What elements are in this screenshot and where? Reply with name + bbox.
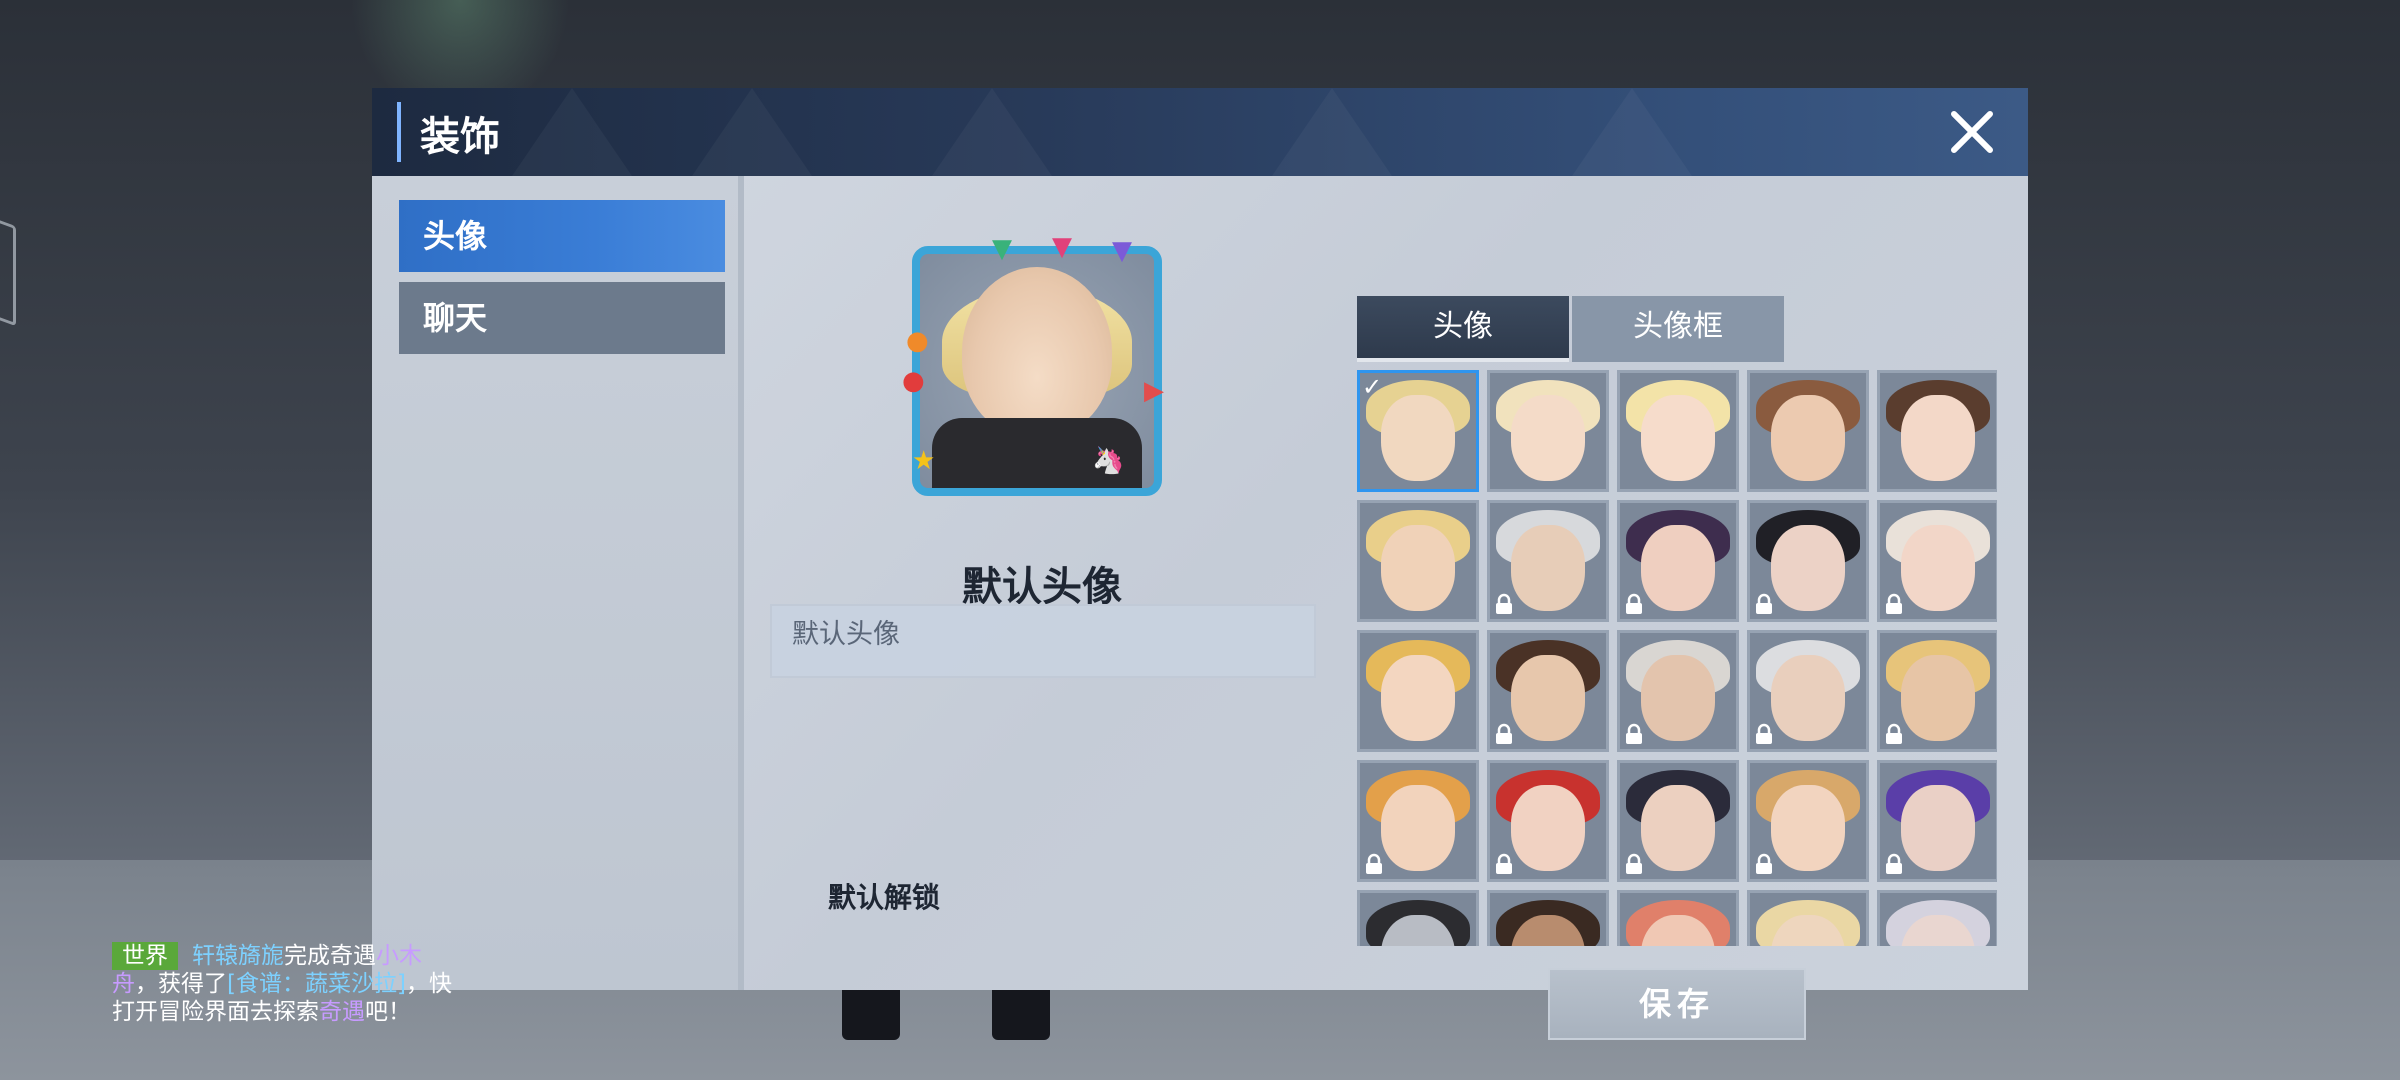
lock-icon: [1756, 723, 1772, 744]
avatar-face: [1381, 524, 1455, 611]
avatar-option[interactable]: [1877, 890, 1997, 946]
sidebar-item-chat[interactable]: 聊天: [399, 282, 725, 354]
lock-icon: [1626, 853, 1642, 874]
save-button[interactable]: 保存: [1548, 968, 1806, 1040]
avatar-face: [1771, 784, 1845, 871]
avatar-face: [1641, 784, 1715, 871]
lock-icon: [1626, 593, 1642, 614]
avatar-face: [1771, 524, 1845, 611]
sidebar-item-avatar[interactable]: 头像: [399, 200, 725, 272]
avatar-preview: ● ● ★ ▼ ▼ ▼ ▶ 🦄: [902, 232, 1182, 516]
background-character-legs: [842, 980, 1052, 1080]
avatar-face: [1771, 654, 1845, 741]
star-icon: ★: [912, 446, 936, 476]
bunting-icon: ▶: [1144, 376, 1164, 406]
avatar-face: [1511, 524, 1585, 611]
title-accent: [397, 102, 401, 162]
unlock-condition: 默认解锁: [828, 881, 941, 914]
avatar-face: [1901, 784, 1975, 871]
chat-player-name: 轩辕旖旎: [192, 943, 284, 969]
lock-icon: [1366, 853, 1382, 874]
side-handle[interactable]: [0, 213, 16, 327]
avatar-option[interactable]: [1617, 890, 1739, 946]
avatar-option[interactable]: [1747, 760, 1869, 882]
avatar-option[interactable]: [1877, 760, 1997, 882]
avatar-option[interactable]: [1877, 630, 1997, 752]
lock-icon: [1626, 723, 1642, 744]
close-button[interactable]: [1944, 104, 2000, 160]
avatar-face: [1641, 524, 1715, 611]
avatar-face: [1511, 394, 1585, 481]
avatar-description: 默认头像: [792, 619, 900, 650]
category-sidebar: 头像 聊天: [372, 176, 744, 990]
close-icon: [1951, 111, 1993, 153]
dialog-title: 装饰: [420, 114, 500, 160]
bunting-icon: ▼: [1052, 232, 1072, 262]
avatar-face: [1641, 394, 1715, 481]
avatar-face: [1901, 394, 1975, 481]
avatar-face: [1901, 654, 1975, 741]
avatar-option[interactable]: [1747, 890, 1869, 946]
world-chat-message[interactable]: 世界 轩辕旖旎完成奇遇小木舟，获得了[食谱：蔬菜沙拉]，快打开冒险界面去探索奇遇吧…: [112, 942, 452, 1026]
avatar-face: [1381, 654, 1455, 741]
avatar-face: [1511, 784, 1585, 871]
decoration-dialog: 装饰 头像 聊天 ● ● ★ ▼ ▼ ▼ ▶ 🦄 默认头像 默认头像 默认解锁 …: [372, 88, 2028, 1040]
avatar-option[interactable]: [1357, 760, 1479, 882]
check-icon: ✓: [1362, 373, 1383, 401]
avatar-face: [1771, 394, 1845, 481]
dialog-body: 头像 聊天 ● ● ★ ▼ ▼ ▼ ▶ 🦄 默认头像 默认头像 默认解锁 头像 …: [372, 176, 2028, 1040]
avatar-option[interactable]: [1617, 500, 1739, 622]
lock-icon: [1496, 853, 1512, 874]
avatar-option[interactable]: [1487, 890, 1609, 946]
chat-item-link: [食谱：蔬菜沙拉]: [227, 971, 406, 997]
avatar-option[interactable]: [1487, 630, 1609, 752]
balloon-icon: ●: [902, 366, 925, 396]
bunting-icon: ▼: [1112, 236, 1132, 266]
avatar-option[interactable]: [1617, 370, 1739, 492]
avatar-option[interactable]: ✓: [1357, 370, 1479, 492]
tab-avatar[interactable]: 头像: [1357, 296, 1569, 362]
avatar-option[interactable]: [1357, 500, 1479, 622]
lock-icon: [1886, 723, 1902, 744]
rocking-horse-icon: 🦄: [1092, 446, 1125, 476]
avatar-face: [1641, 654, 1715, 741]
bunting-icon: ▼: [992, 234, 1012, 264]
balloon-icon: ●: [906, 326, 929, 356]
lock-icon: [1886, 853, 1902, 874]
lock-icon: [1496, 593, 1512, 614]
avatar-option[interactable]: [1487, 760, 1609, 882]
avatar-option[interactable]: [1357, 630, 1479, 752]
chat-channel-badge: 世界: [112, 942, 178, 970]
lock-icon: [1756, 853, 1772, 874]
avatar-option[interactable]: [1877, 370, 1997, 492]
avatar-option[interactable]: [1617, 630, 1739, 752]
avatar-option[interactable]: [1487, 370, 1609, 492]
avatar-face: [1381, 784, 1455, 871]
lock-icon: [1886, 593, 1902, 614]
avatar-option[interactable]: [1747, 630, 1869, 752]
avatar-option[interactable]: [1357, 890, 1479, 946]
chat-event-word: 奇遇: [319, 999, 365, 1025]
lock-icon: [1496, 723, 1512, 744]
dialog-titlebar: 装饰: [372, 88, 2028, 176]
tab-avatar-frame[interactable]: 头像框: [1572, 296, 1784, 362]
lock-icon: [1756, 593, 1772, 614]
avatar-option[interactable]: [1487, 500, 1609, 622]
avatar-face: [1511, 654, 1585, 741]
avatar-option[interactable]: [1747, 370, 1869, 492]
avatar-face: [1901, 524, 1975, 611]
avatar-grid: ✓: [1357, 370, 1997, 946]
avatar-option[interactable]: [1617, 760, 1739, 882]
chat-text: 吧！: [365, 999, 411, 1025]
chat-text: ，获得了: [135, 971, 227, 997]
chat-text: 完成奇遇: [284, 943, 376, 969]
avatar-option[interactable]: [1877, 500, 1997, 622]
preview-frame: [912, 246, 1162, 496]
avatar-face: [1381, 394, 1455, 481]
description-box: 默认头像: [770, 604, 1316, 678]
avatar-option[interactable]: [1747, 500, 1869, 622]
